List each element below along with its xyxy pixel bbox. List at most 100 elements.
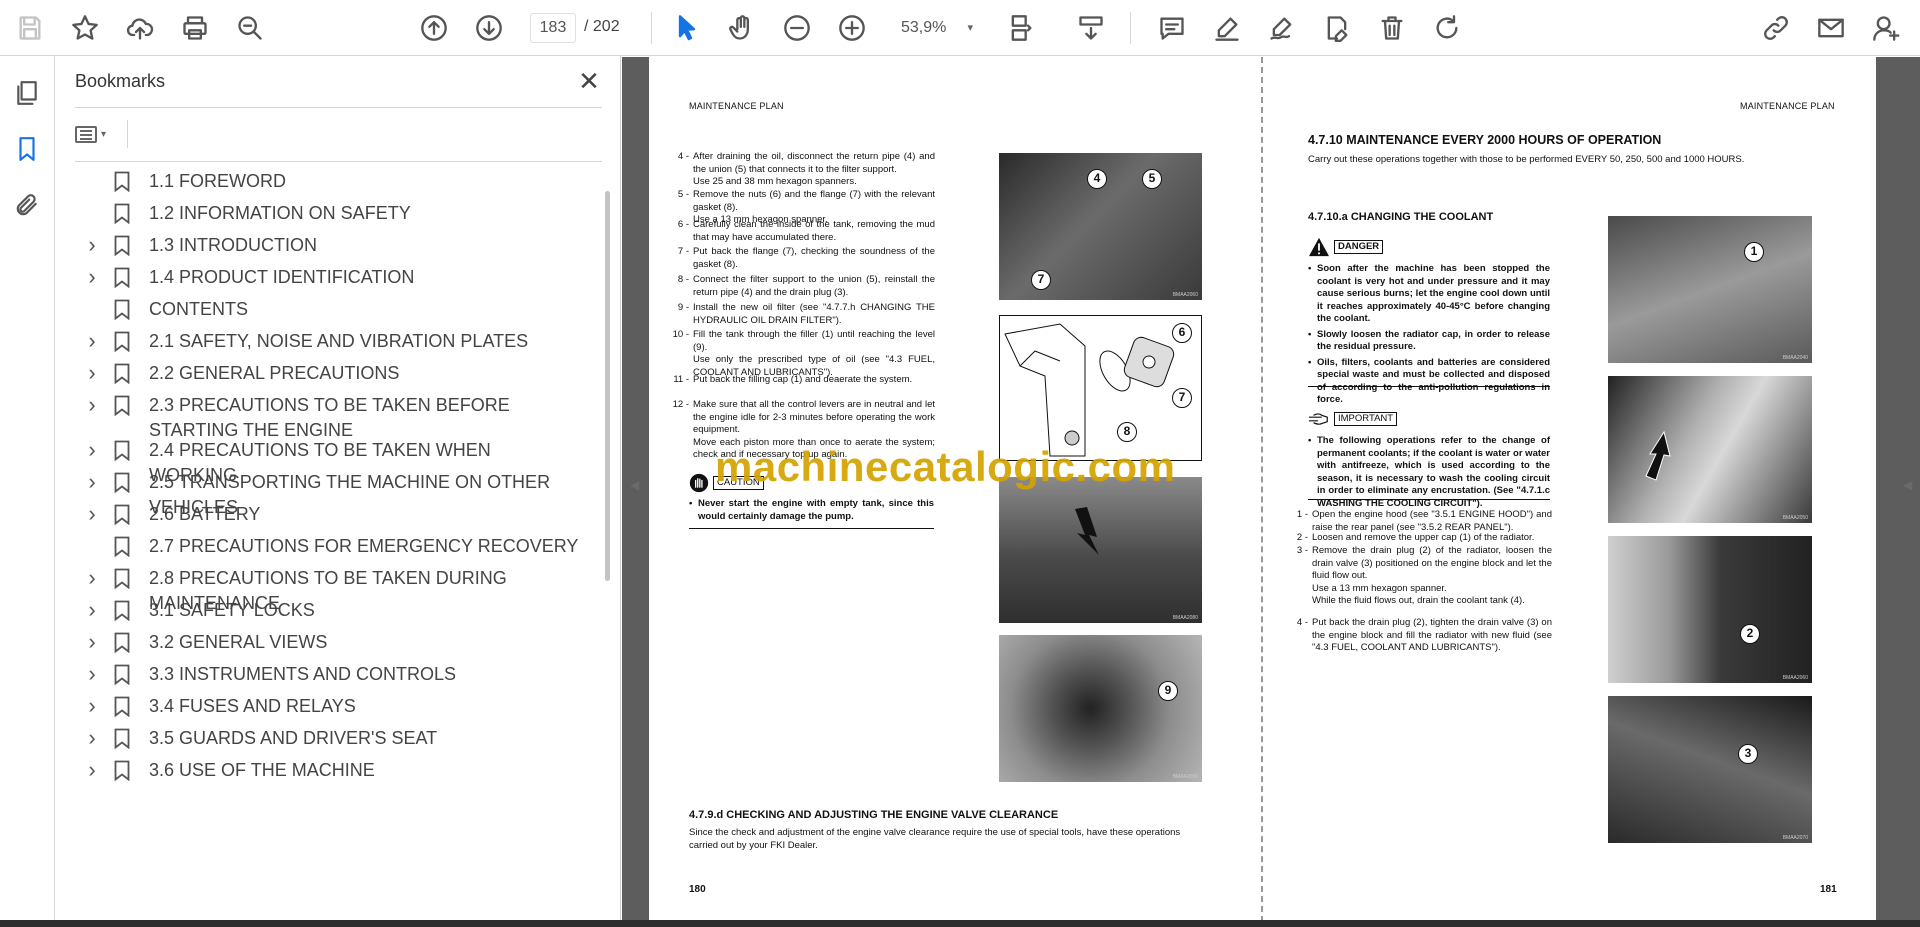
bookmarks-icon[interactable] xyxy=(8,130,46,168)
page-header: MAINTENANCE PLAN xyxy=(1740,101,1835,111)
bookmark-icon xyxy=(111,598,133,622)
step-number: 10 - xyxy=(672,329,689,340)
bookmark-item[interactable]: › 2.2 GENERAL PRECAUTIONS xyxy=(75,361,595,386)
fill-sign-icon[interactable] xyxy=(1317,8,1357,48)
section-heading: 4.7.9.d CHECKING AND ADJUSTING THE ENGIN… xyxy=(689,809,1059,821)
chevron-down-icon: ▾ xyxy=(967,22,973,34)
select-cursor-icon[interactable] xyxy=(667,8,707,48)
danger-bullets: • Soon after the machine has been stopped… xyxy=(1308,263,1550,410)
bookmark-item[interactable]: 2.7 PRECAUTIONS FOR EMERGENCY RECOVERY xyxy=(75,534,595,559)
print-icon[interactable] xyxy=(175,8,215,48)
step-line: While the fluid flows out, drain the coo… xyxy=(1312,595,1525,606)
bullet-item: • Oils, filters, coolants and batteries a… xyxy=(1308,357,1550,407)
add-user-icon[interactable] xyxy=(1866,8,1906,48)
page-fit-icon[interactable] xyxy=(1001,8,1041,48)
bookmark-item[interactable]: CONTENTS xyxy=(75,297,595,322)
bookmark-item[interactable]: 1.2 INFORMATION ON SAFETY xyxy=(75,201,595,226)
bookmark-item[interactable]: › 1.4 PRODUCT IDENTIFICATION xyxy=(75,265,595,290)
chevron-right-icon[interactable]: › xyxy=(75,566,109,590)
bookmark-item[interactable]: › 3.2 GENERAL VIEWS xyxy=(75,630,595,655)
step-line: Put back the flange (7), checking the so… xyxy=(693,246,935,270)
bookmark-label: 3.2 GENERAL VIEWS xyxy=(149,632,328,652)
step-line: Loosen and remove the upper cap (1) of t… xyxy=(1312,532,1535,543)
bookmark-icon xyxy=(111,502,133,526)
link-share-icon[interactable] xyxy=(1756,8,1796,48)
bookmark-icon xyxy=(111,169,133,193)
chevron-right-icon[interactable]: › xyxy=(75,265,109,289)
hand-tool-icon[interactable] xyxy=(722,8,762,48)
bookmark-item[interactable]: › 2.1 SAFETY, NOISE AND VIBRATION PLATES xyxy=(75,329,595,354)
chevron-right-icon[interactable]: › xyxy=(75,470,109,494)
bookmark-item[interactable]: › 3.4 FUSES AND RELAYS xyxy=(75,694,595,719)
chevron-right-icon[interactable]: › xyxy=(75,502,109,526)
page-thumbnails-icon[interactable] xyxy=(8,74,46,112)
zoom-out-icon[interactable] xyxy=(777,8,817,48)
comment-icon[interactable] xyxy=(1152,8,1192,48)
expand-right-panel-icon[interactable]: ◀ xyxy=(1903,478,1912,492)
bookmark-item[interactable]: 1.1 FOREWORD xyxy=(75,169,595,194)
chevron-right-icon[interactable]: › xyxy=(75,662,109,686)
bookmark-icon xyxy=(111,758,133,782)
bookmark-item[interactable]: › 2.6 BATTERY xyxy=(75,502,595,527)
zoom-in-icon[interactable] xyxy=(832,8,872,48)
bookmark-item[interactable]: › 3.6 USE OF THE MACHINE xyxy=(75,758,595,783)
arrow-down-circle-icon[interactable] xyxy=(469,8,509,48)
star-icon[interactable] xyxy=(65,8,105,48)
upload-icon[interactable] xyxy=(120,8,160,48)
chevron-right-icon[interactable]: › xyxy=(75,598,109,622)
chevron-right-icon[interactable]: › xyxy=(75,630,109,654)
chevron-right-icon[interactable]: › xyxy=(75,758,109,782)
page-number: 181 xyxy=(1820,884,1837,895)
bookmark-item[interactable]: › 2.3 PRECAUTIONS TO BE TAKEN BEFORE STAR… xyxy=(75,393,595,443)
bookmark-item[interactable]: › 1.3 INTRODUCTION xyxy=(75,233,595,258)
trash-icon[interactable] xyxy=(1372,8,1412,48)
mail-icon[interactable] xyxy=(1811,8,1851,48)
figure-code: BMAA2050 xyxy=(1782,515,1808,521)
procedure-step: 7 - Put back the flange (7), checking the… xyxy=(671,246,935,271)
scroll-mode-icon[interactable] xyxy=(1071,8,1111,48)
chevron-right-icon[interactable]: › xyxy=(75,329,109,353)
danger-rule xyxy=(1308,386,1550,387)
step-text: Install the new oil filter (see "4.7.7.h… xyxy=(693,302,935,327)
bookmark-item[interactable]: › 3.1 SAFETY LOCKS xyxy=(75,598,595,623)
bookmark-label: 2.2 GENERAL PRECAUTIONS xyxy=(149,363,400,383)
step-line: Install the new oil filter (see "4.7.7.h… xyxy=(693,302,935,326)
panel-divider xyxy=(75,107,602,108)
chevron-right-icon[interactable]: › xyxy=(75,393,109,417)
bookmark-label: 3.4 FUSES AND RELAYS xyxy=(149,696,356,716)
bookmark-label: CONTENTS xyxy=(149,299,248,319)
close-icon[interactable]: ✕ xyxy=(575,68,603,96)
bookmark-scrollbar-thumb[interactable] xyxy=(605,191,610,581)
danger-label: DANGER xyxy=(1334,240,1384,254)
step-number: 8 - xyxy=(677,274,689,285)
highlight-pen-icon[interactable] xyxy=(1207,8,1247,48)
bullet-item: • Soon after the machine has been stopped… xyxy=(1308,263,1550,326)
zoom-level-dropdown[interactable]: 53,9% ▾ xyxy=(887,13,981,43)
save-icon[interactable] xyxy=(10,8,50,48)
step-number: 11 - xyxy=(673,374,689,385)
callout-number: 5 xyxy=(1142,169,1162,189)
important-rule xyxy=(1308,499,1550,500)
chevron-right-icon[interactable]: › xyxy=(75,694,109,718)
procedure-step: 3 - Remove the drain plug (2) of the radi… xyxy=(1290,545,1552,608)
redo-icon[interactable] xyxy=(1427,8,1467,48)
zoom-search-icon[interactable] xyxy=(230,8,270,48)
bookmark-item[interactable]: › 3.5 GUARDS AND DRIVER'S SEAT xyxy=(75,726,595,751)
bookmark-icon xyxy=(111,393,133,417)
draw-signature-icon[interactable] xyxy=(1262,8,1302,48)
figure-tank-interior: BMAA2080 xyxy=(999,477,1202,623)
bookmark-item[interactable]: › 3.3 INSTRUMENTS AND CONTROLS xyxy=(75,662,595,687)
bookmark-options-button[interactable]: ▾ xyxy=(75,119,119,149)
arrow-up-circle-icon[interactable] xyxy=(414,8,454,48)
chevron-right-icon[interactable]: › xyxy=(75,726,109,750)
step-number: 12 - xyxy=(672,399,689,410)
collapse-left-panel-icon[interactable]: ◀ xyxy=(630,478,639,492)
step-number: 2 - xyxy=(1296,532,1308,543)
page-number-input[interactable]: 183 xyxy=(530,13,576,43)
attachment-paperclip-icon[interactable] xyxy=(8,186,46,224)
chevron-right-icon[interactable]: › xyxy=(75,438,109,462)
chevron-right-icon[interactable]: › xyxy=(75,233,109,257)
page-number: 180 xyxy=(689,884,706,895)
step-text: After draining the oil, disconnect the r… xyxy=(693,151,935,189)
chevron-right-icon[interactable]: › xyxy=(75,361,109,385)
